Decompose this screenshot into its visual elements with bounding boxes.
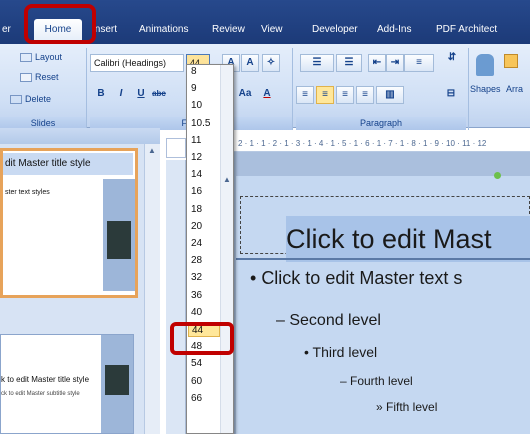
font-size-option[interactable]: 54: [188, 356, 220, 371]
font-size-option[interactable]: 60: [188, 374, 220, 389]
dropdown-scrollbar[interactable]: ▲: [220, 65, 233, 433]
bullet-level-1[interactable]: • Click to edit Master text s: [250, 268, 462, 289]
font-size-option[interactable]: 10: [188, 98, 220, 113]
body-divider: [236, 258, 530, 260]
layout-label: Layout: [35, 52, 63, 62]
align-left-icon[interactable]: ≡: [296, 86, 314, 104]
font-size-option[interactable]: 11: [188, 133, 220, 148]
font-size-option[interactable]: 66: [188, 391, 220, 406]
font-size-option[interactable]: 14: [188, 167, 220, 182]
numbering-icon[interactable]: ☰: [336, 54, 362, 72]
font-size-option[interactable]: 36: [188, 288, 220, 303]
bullets-icon[interactable]: ☰: [300, 54, 334, 72]
horizontal-ruler: 2 · 1 · 1 · 2 · 1 · 3 · 1 · 4 · 1 · 5 · …: [234, 138, 530, 152]
font-size-option[interactable]: 28: [188, 253, 220, 268]
font-size-dropdown[interactable]: 8 9 10 10.5 11 12 14 16 18 20 24 28 32 36 40 44 48 54 60 66…: [186, 64, 234, 434]
slide-title[interactable]: Click to edit Mast: [286, 216, 530, 262]
align-text-icon[interactable]: ⊟: [440, 86, 462, 104]
layout-button[interactable]: Layout: [20, 48, 62, 66]
thumb1-subtitle: ster text styles: [5, 189, 50, 196]
font-size-option[interactable]: 32: [188, 270, 220, 285]
group-separator: [468, 48, 469, 130]
tab-animations[interactable]: Animations: [139, 22, 188, 40]
level3-text: Third level: [312, 344, 378, 360]
rotate-handle[interactable]: [494, 172, 501, 179]
thumb2-picture: [105, 365, 129, 395]
change-case-icon[interactable]: Aa: [234, 86, 256, 104]
text-direction-icon[interactable]: ⇵: [442, 50, 462, 68]
decrease-indent-icon[interactable]: ⇤: [368, 54, 386, 72]
font-size-option[interactable]: 10.5: [188, 116, 220, 131]
italic-icon[interactable]: I: [112, 86, 130, 104]
scroll-up-icon[interactable]: ▲: [148, 146, 156, 155]
strikethrough-icon[interactable]: abc: [150, 86, 168, 104]
font-size-option[interactable]: 16: [188, 184, 220, 199]
tab-developer[interactable]: Developer: [312, 22, 358, 40]
reset-icon: [20, 73, 32, 83]
arrange-label[interactable]: Arra: [506, 80, 523, 98]
ruler-ticks: 2 · 1 · 1 · 2 · 1 · 3 · 1 · 4 · 1 · 5 · …: [238, 139, 487, 148]
justify-icon[interactable]: ≡: [356, 86, 374, 104]
font-size-option[interactable]: 24: [188, 236, 220, 251]
group-separator: [86, 48, 87, 130]
vertical-ruler: [166, 160, 186, 434]
font-size-option[interactable]: 9: [188, 81, 220, 96]
ruler-tab-selector[interactable]: [166, 138, 186, 158]
delete-button[interactable]: Delete: [10, 90, 51, 108]
shapes-label[interactable]: Shapes: [470, 80, 501, 98]
thumb1-title: dit Master title style: [3, 153, 133, 175]
font-size-option[interactable]: 20: [188, 219, 220, 234]
tab-pdf-architect[interactable]: PDF Architect: [436, 22, 497, 40]
slide-thumbnail-title[interactable]: k to edit Master title style ck to edit …: [0, 334, 134, 434]
tab-review[interactable]: Review: [212, 22, 245, 40]
tab-partial[interactable]: er: [2, 22, 11, 40]
bullet-level-4[interactable]: – Fourth level: [340, 374, 413, 388]
bullet-level-5[interactable]: » Fifth level: [376, 400, 437, 414]
font-size-option[interactable]: 8: [188, 64, 220, 79]
group-separator: [292, 48, 293, 130]
reset-button[interactable]: Reset: [20, 68, 59, 86]
reset-label: Reset: [35, 72, 59, 82]
thumbnail-scrollbar[interactable]: ▲: [144, 144, 160, 434]
layout-icon: [20, 53, 32, 63]
font-size-40-highlight: [170, 322, 234, 355]
clear-formatting-icon[interactable]: ✧: [262, 54, 280, 72]
arrange-icon[interactable]: [504, 54, 518, 68]
font-size-option[interactable]: 12: [188, 150, 220, 165]
shapes-icon[interactable]: [476, 54, 494, 76]
line-spacing-icon[interactable]: ≡: [404, 54, 434, 72]
font-size-option[interactable]: 40: [188, 305, 220, 320]
thumb1-picture: [107, 221, 131, 259]
slides-pane-header: [0, 128, 160, 144]
underline-icon[interactable]: U: [132, 86, 150, 104]
font-color-icon[interactable]: A: [258, 86, 276, 104]
columns-icon[interactable]: ▥: [376, 86, 404, 104]
paragraph-group-label: Paragraph: [296, 117, 466, 130]
bullet-level-2[interactable]: – Second level: [276, 312, 381, 330]
font-name-combo[interactable]: Calibri (Headings): [90, 54, 184, 72]
slide-thumbnail-master[interactable]: dit Master title style ster text styles: [0, 148, 138, 298]
delete-label: Delete: [25, 94, 52, 104]
thumb2-subtitle: ck to edit Master subtitle style: [1, 391, 80, 397]
level1-text: Click to edit Master text s: [261, 268, 463, 288]
increase-indent-icon[interactable]: ⇥: [386, 54, 404, 72]
home-tab-highlight: [24, 4, 96, 44]
bullet-level-3[interactable]: • Third level: [304, 344, 377, 360]
thumb2-title: k to edit Master title style: [1, 375, 90, 384]
dropdown-scroll-up-icon[interactable]: ▲: [223, 175, 231, 184]
align-right-icon[interactable]: ≡: [336, 86, 354, 104]
tab-view[interactable]: View: [261, 22, 283, 40]
font-size-option[interactable]: 18: [188, 202, 220, 217]
tab-add-ins[interactable]: Add-Ins: [377, 22, 411, 40]
bold-icon[interactable]: B: [92, 86, 110, 104]
align-center-icon[interactable]: ≡: [316, 86, 334, 104]
shrink-font-icon[interactable]: A: [241, 54, 259, 72]
delete-icon: [10, 95, 22, 105]
